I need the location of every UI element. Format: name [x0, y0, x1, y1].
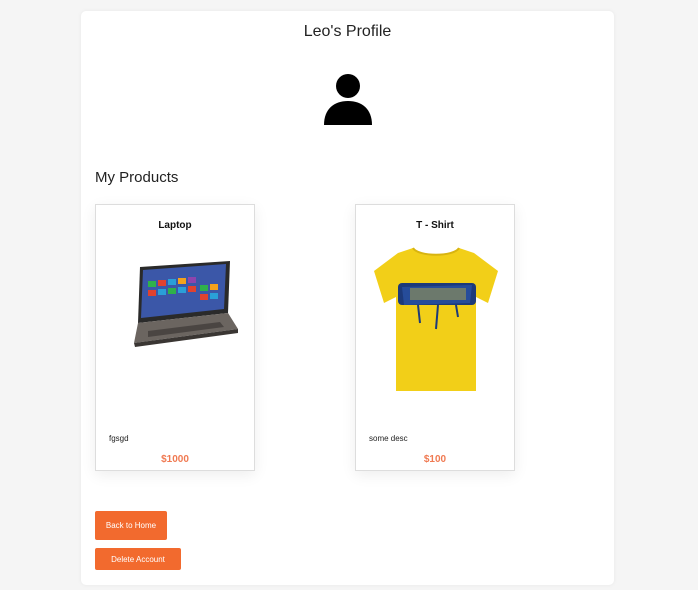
- laptop-image: [134, 261, 238, 347]
- product-description: some desc: [369, 434, 408, 443]
- back-to-home-button[interactable]: Back to Home: [95, 511, 167, 540]
- product-description: fgsgd: [109, 434, 129, 443]
- product-name: T - Shirt: [416, 220, 454, 231]
- product-card[interactable]: T - Shirt some desc $100: [355, 204, 515, 471]
- product-price: $100: [423, 454, 447, 465]
- my-products-heading: My Products: [95, 169, 179, 186]
- page-title: Leo's Profile: [303, 23, 392, 40]
- delete-account-button[interactable]: Delete Account: [95, 548, 181, 570]
- user-icon: [324, 74, 372, 125]
- product-price: $1000: [161, 454, 189, 465]
- tshirt-image: [374, 247, 498, 391]
- profile-card: Leo's Profile My Products Laptop fgsgd $…: [81, 11, 614, 585]
- product-name: Laptop: [158, 220, 192, 231]
- product-card[interactable]: Laptop fgsgd $1000: [95, 204, 255, 471]
